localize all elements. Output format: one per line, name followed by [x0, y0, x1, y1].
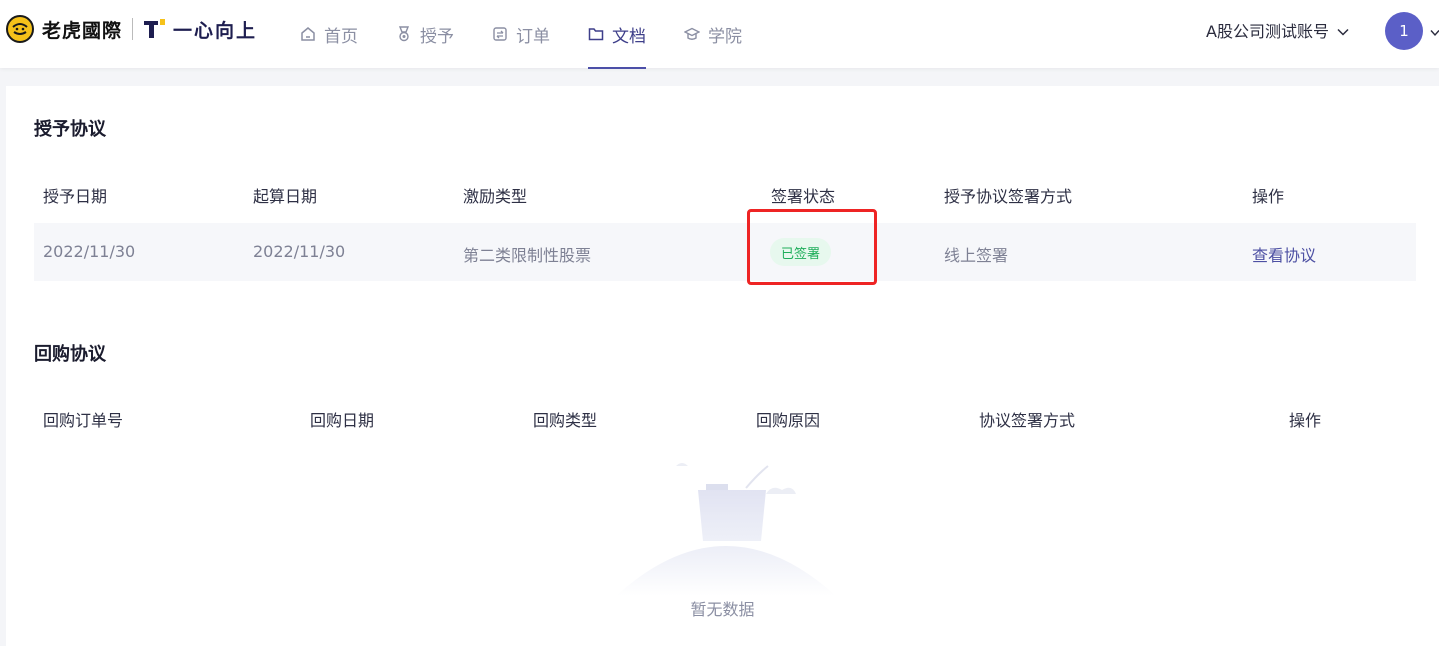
column-header: 回购订单号	[43, 411, 124, 430]
nav-home[interactable]: 首页	[300, 0, 358, 68]
grant-date-cell: 2022/11/30	[43, 242, 136, 261]
nav-grant[interactable]: 授予	[396, 0, 454, 68]
account-switcher[interactable]: A股公司测试账号	[1206, 18, 1349, 42]
nav-academy-label: 学院	[708, 26, 742, 47]
nav-orders[interactable]: 订单	[492, 0, 550, 68]
column-header: 签署状态	[771, 187, 836, 206]
medal-icon	[396, 26, 412, 42]
nav-grant-label: 授予	[420, 26, 454, 47]
highlight-box	[747, 209, 877, 285]
nav-orders-label: 订单	[516, 26, 550, 47]
nav-home-label: 首页	[324, 26, 358, 47]
brand-secondary: 一心向上	[143, 16, 257, 43]
nav-academy[interactable]: 学院	[684, 0, 742, 68]
view-agreement-link[interactable]: 查看协议	[1252, 242, 1316, 266]
account-label: A股公司测试账号	[1206, 22, 1329, 41]
column-header: 回购原因	[756, 411, 821, 430]
incentive-type-cell: 第二类限制性股票	[463, 246, 592, 265]
brand-mark-icon	[144, 19, 166, 38]
empty-state-text: 暂无数据	[690, 600, 755, 619]
top-header: 老虎國際 一心向上 首页 授予 订单 文档 学院 A股公司测试账号 1	[0, 0, 1439, 69]
avatar[interactable]: 1	[1385, 12, 1423, 50]
table-row: 2022/11/30 2022/11/30 第二类限制性股票 已签署 线上签署 …	[34, 223, 1416, 281]
buyback-section-title: 回购协议	[34, 344, 106, 365]
column-header: 授予协议签署方式	[944, 187, 1073, 206]
documents-card: 授予协议 授予日期 起算日期 激励类型 签署状态 授予协议签署方式 操作 202…	[6, 86, 1439, 646]
column-header: 起算日期	[253, 187, 318, 206]
start-date-cell: 2022/11/30	[253, 242, 346, 261]
home-icon	[300, 26, 316, 42]
grant-section-title: 授予协议	[34, 119, 106, 140]
column-header: 授予日期	[43, 187, 108, 206]
empty-state-illustration	[606, 456, 846, 596]
chevron-down-icon	[1337, 21, 1349, 40]
order-icon	[492, 26, 508, 42]
logo[interactable]: 老虎國際 一心向上	[6, 13, 257, 45]
column-header: 回购日期	[310, 411, 375, 430]
logo-divider	[132, 18, 134, 40]
column-header: 操作	[1252, 187, 1285, 206]
brand-secondary-text: 一心向上	[173, 19, 258, 42]
main-nav: 首页 授予 订单 文档 学院	[300, 0, 780, 69]
column-header: 激励类型	[463, 187, 528, 206]
column-header: 协议签署方式	[979, 411, 1076, 430]
nav-documents-label: 文档	[612, 26, 646, 47]
sign-method-cell: 线上签署	[944, 246, 1009, 265]
nav-documents[interactable]: 文档	[588, 0, 646, 69]
tiger-logo-icon	[6, 15, 34, 43]
chevron-down-icon[interactable]	[1430, 22, 1439, 41]
logo-text: 老虎國際	[42, 19, 123, 42]
column-header: 操作	[1289, 411, 1322, 430]
folder-icon	[588, 26, 604, 42]
column-header: 回购类型	[533, 411, 598, 430]
graduation-cap-icon	[684, 26, 700, 42]
